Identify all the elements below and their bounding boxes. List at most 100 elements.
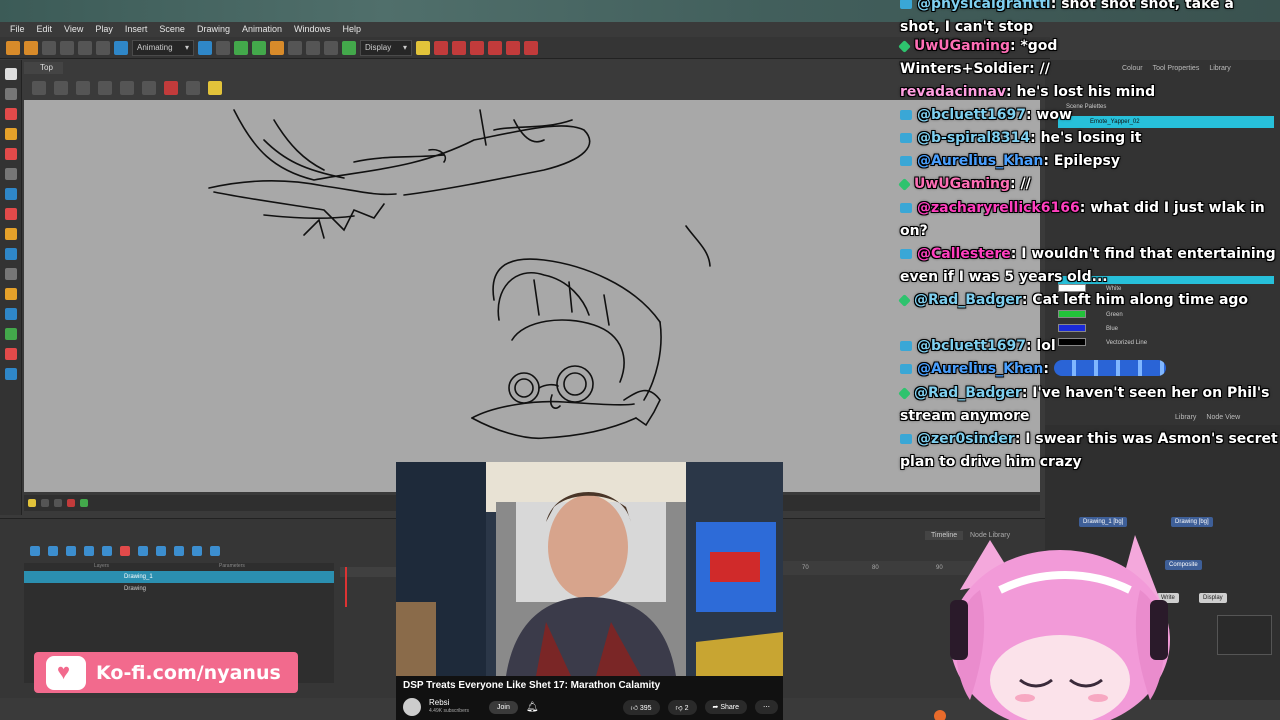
youtube-icon <box>900 341 912 351</box>
layer-row[interactable]: Drawing <box>24 583 334 595</box>
menu-animation[interactable]: Animation <box>236 22 288 36</box>
onion-skin-icon[interactable] <box>252 40 266 55</box>
pencil-tool-icon[interactable] <box>5 128 17 140</box>
video-frame[interactable] <box>396 462 783 676</box>
lasso-icon[interactable] <box>76 81 90 95</box>
shape-tool-icon[interactable] <box>5 188 17 200</box>
fps-icon[interactable] <box>210 546 220 556</box>
save-icon[interactable] <box>42 40 56 55</box>
peg-icon[interactable] <box>324 40 338 55</box>
like-button[interactable]: 👍︎ 395 <box>622 699 660 715</box>
brush-tool-icon[interactable] <box>5 108 17 120</box>
node-display[interactable]: Display <box>1199 593 1227 603</box>
rotate-icon[interactable] <box>66 546 76 556</box>
chevron-down-icon: ▾ <box>402 42 407 52</box>
workspace-icon[interactable] <box>198 40 212 55</box>
channel-name[interactable]: Rebsi <box>429 698 469 707</box>
contour-tool-icon[interactable] <box>5 88 17 100</box>
chat-message: @zacharyrellick6166: what did I just wla… <box>900 200 1265 239</box>
onion-skin-icon[interactable] <box>30 546 40 556</box>
add-layer-icon[interactable] <box>48 546 58 556</box>
grid-icon[interactable] <box>54 81 68 95</box>
layer-icon[interactable] <box>142 81 156 95</box>
frame-icon[interactable] <box>41 499 49 507</box>
menu-drawing[interactable]: Drawing <box>191 22 236 36</box>
menu-windows[interactable]: Windows <box>288 22 337 36</box>
lock-icon[interactable] <box>120 81 134 95</box>
flip-icon[interactable] <box>102 546 112 556</box>
record-icon[interactable] <box>120 546 130 556</box>
marker-icon[interactable] <box>434 40 448 55</box>
menu-scene[interactable]: Scene <box>153 22 191 36</box>
eraser-tool-icon[interactable] <box>5 148 17 160</box>
undo-icon[interactable] <box>78 40 92 55</box>
marker-icon[interactable] <box>452 40 466 55</box>
morph-tool-icon[interactable] <box>5 348 17 360</box>
more-options-icon[interactable]: ⋯ <box>755 700 778 714</box>
light-icon[interactable] <box>28 499 36 507</box>
drawing-canvas[interactable] <box>24 100 1040 492</box>
marker-icon[interactable] <box>506 40 520 55</box>
save-as-icon[interactable] <box>60 40 74 55</box>
light-icon[interactable] <box>208 81 222 95</box>
menu-help[interactable]: Help <box>337 22 368 36</box>
select-tool-icon[interactable] <box>5 68 17 80</box>
bell-icon[interactable]: 🔔︎ <box>526 702 539 713</box>
light-icon[interactable] <box>416 40 430 55</box>
playhead[interactable] <box>345 567 347 607</box>
camera-icon[interactable] <box>306 40 320 55</box>
node-navigator[interactable] <box>1217 615 1272 655</box>
flash-icon[interactable] <box>80 499 88 507</box>
import-icon[interactable] <box>114 40 128 55</box>
bone-tool-icon[interactable] <box>5 308 17 320</box>
loop-icon[interactable] <box>174 546 184 556</box>
marker-icon[interactable] <box>524 40 538 55</box>
join-button[interactable]: Join <box>489 700 518 714</box>
node-drawing[interactable]: Drawing [bg] <box>1171 517 1213 527</box>
menu-insert[interactable]: Insert <box>119 22 154 36</box>
chat-username: @bcluett1697 <box>917 107 1026 123</box>
node-drawing-1[interactable]: Drawing_1 [bg] <box>1079 517 1128 527</box>
grid-icon[interactable] <box>216 40 230 55</box>
camera-view-tab[interactable]: Top <box>24 62 63 74</box>
pencil-icon[interactable] <box>164 81 178 95</box>
menu-play[interactable]: Play <box>89 22 119 36</box>
frame-icon[interactable] <box>54 499 62 507</box>
text-tool-icon[interactable] <box>5 168 17 180</box>
cutter-tool-icon[interactable] <box>5 248 17 260</box>
paint-tool-icon[interactable] <box>5 208 17 220</box>
new-icon[interactable] <box>6 40 20 55</box>
layer-icon[interactable] <box>288 40 302 55</box>
menu-file[interactable]: File <box>4 22 31 36</box>
frame-icon[interactable] <box>84 546 94 556</box>
marker-icon[interactable] <box>470 40 484 55</box>
key-icon[interactable] <box>342 40 356 55</box>
play-icon[interactable] <box>156 546 166 556</box>
transform-icon[interactable] <box>98 81 112 95</box>
menu-view[interactable]: View <box>58 22 89 36</box>
marker-icon[interactable] <box>488 40 502 55</box>
dislike-button[interactable]: 👎︎ 2 <box>667 699 697 715</box>
layer-row[interactable]: Drawing_1 <box>24 571 334 583</box>
share-button[interactable]: ➦ Share <box>704 700 747 714</box>
display-dropdown[interactable]: Display ▾ <box>360 39 412 56</box>
open-icon[interactable] <box>24 40 38 55</box>
redo-icon[interactable] <box>96 40 110 55</box>
first-frame-icon[interactable] <box>138 546 148 556</box>
channel-avatar[interactable] <box>403 698 421 716</box>
kofi-banner[interactable]: Ko-fi.com/nyanus <box>34 652 298 693</box>
hand-tool-icon[interactable] <box>5 268 17 280</box>
eyedropper-tool-icon[interactable] <box>5 228 17 240</box>
brush-icon[interactable] <box>186 81 200 95</box>
zoom-tool-icon[interactable] <box>5 288 17 300</box>
transform-icon[interactable] <box>234 40 248 55</box>
menu-edit[interactable]: Edit <box>31 22 59 36</box>
deform-tool-icon[interactable] <box>5 328 17 340</box>
camera-tool-icon[interactable] <box>5 368 17 380</box>
frame-ruler[interactable] <box>340 567 400 577</box>
bone-icon[interactable] <box>270 40 284 55</box>
workspace-dropdown[interactable]: Animating ▾ <box>132 39 194 56</box>
mask-icon[interactable] <box>67 499 75 507</box>
sound-icon[interactable] <box>192 546 202 556</box>
grid-icon[interactable] <box>32 81 46 95</box>
